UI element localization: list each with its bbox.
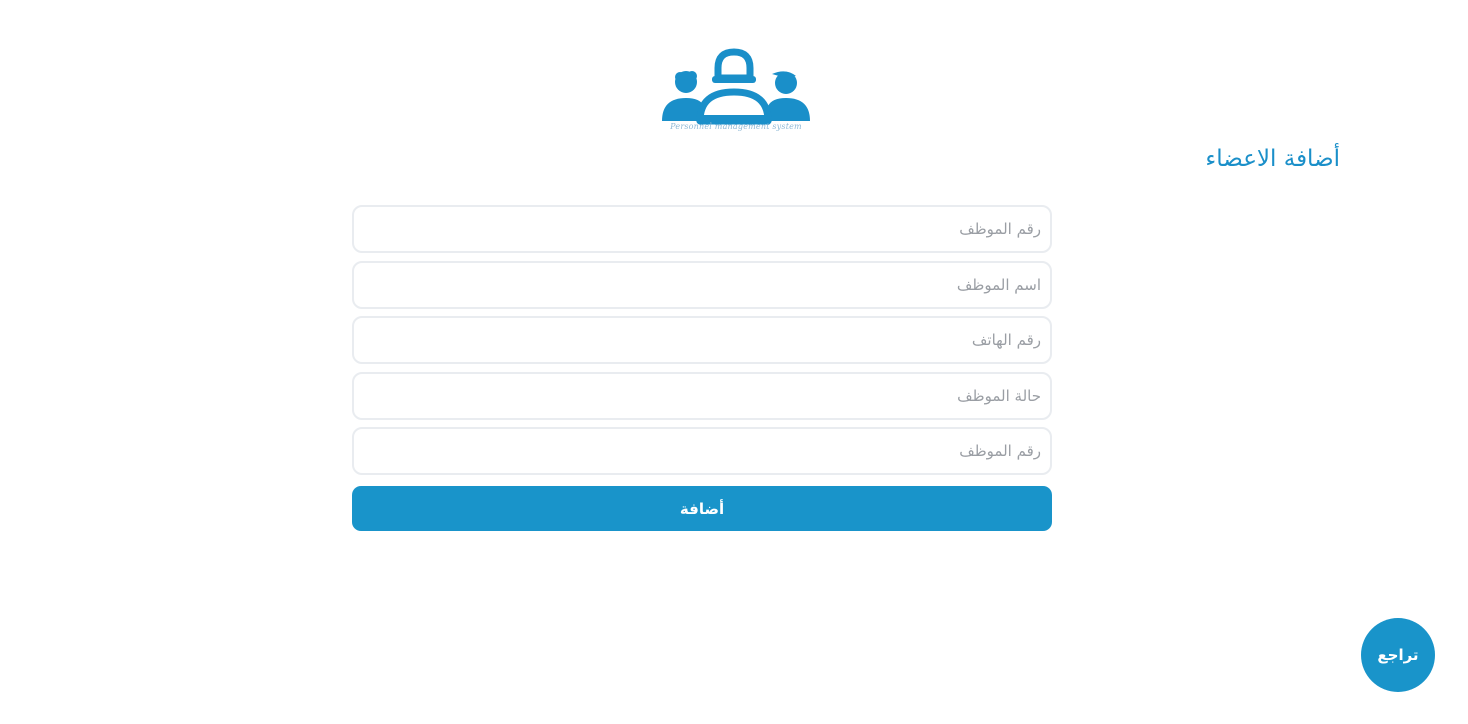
employee-number-field-2[interactable] [352, 427, 1052, 475]
app-logo: Personnel management system [656, 46, 816, 136]
back-button[interactable]: تراجع [1361, 618, 1435, 692]
add-member-form: أضافة [352, 205, 1052, 531]
employee-number-field[interactable] [352, 205, 1052, 253]
page: Personnel management system أضافة الاعضا… [0, 0, 1468, 724]
people-group-icon [662, 48, 810, 125]
logo-tagline: Personnel management system [670, 122, 802, 131]
phone-number-field[interactable] [352, 316, 1052, 364]
employee-status-field[interactable] [352, 371, 1052, 420]
add-button[interactable]: أضافة [352, 486, 1052, 531]
page-title: أضافة الاعضاء [1205, 146, 1340, 172]
employee-name-field[interactable] [352, 260, 1052, 309]
